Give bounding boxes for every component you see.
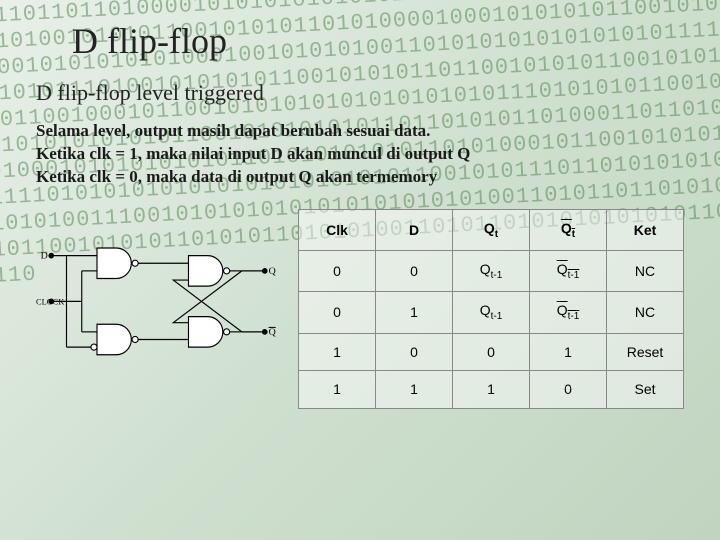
description: Selama level, output masih dapat berubah… [36,120,684,189]
table-row: 1 0 0 1 Reset [299,333,684,371]
page-title: D flip-flop [72,20,684,62]
desc-line-3: Ketika clk = 0, maka data di output Q ak… [36,166,684,189]
label-d: D [41,250,48,261]
th-qtbar: Qt [530,209,607,250]
label-qbar: Q [269,327,276,338]
table-row: 0 0 Qt-1 Qt-1 NC [299,250,684,291]
content: D flip-flop D flip-flop level triggered … [0,0,720,540]
circuit-diagram: D CLOCK Q Q [36,209,280,409]
desc-line-1: Selama level, output masih dapat berubah… [36,120,684,143]
table-row: 0 1 Qt-1 Qt-1 NC [299,292,684,333]
truth-table: Clk D Qt Qt Ket 0 0 Qt-1 Qt-1 NC [298,209,684,409]
subtitle: D flip-flop level triggered [36,80,684,106]
table-row: 1 1 1 0 Set [299,371,684,409]
label-clock: CLOCK [36,297,64,306]
th-clk: Clk [299,209,376,250]
th-ket: Ket [607,209,684,250]
th-qt: Qt [453,209,530,250]
desc-line-2: Ketika clk = 1, maka nilai input D akan … [36,143,684,166]
slide: 1011011011010000101010101010101010101010… [0,0,720,540]
table-header-row: Clk D Qt Qt Ket [299,209,684,250]
th-d: D [376,209,453,250]
label-q: Q [269,266,276,277]
